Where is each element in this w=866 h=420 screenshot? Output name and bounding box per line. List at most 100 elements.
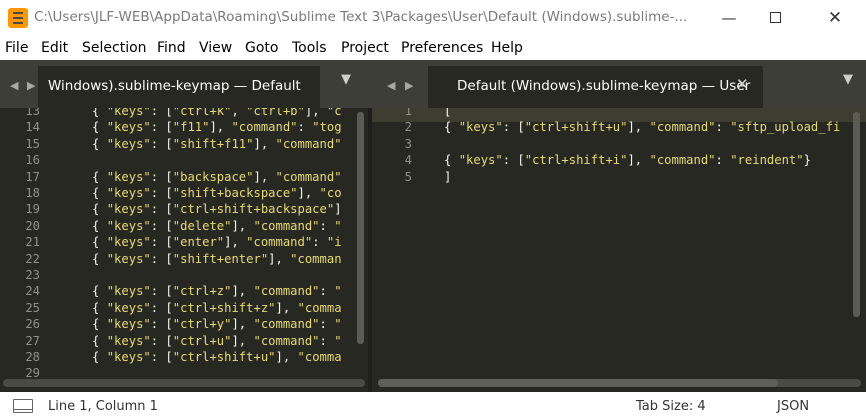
string-token: "ctrl+shift+backspace": [172, 202, 335, 217]
menu-find[interactable]: Find: [157, 40, 186, 56]
string-token: "command": [231, 120, 298, 135]
maximize-button[interactable]: [752, 0, 798, 36]
line-number: 19: [25, 202, 40, 217]
menu-selection[interactable]: Selection: [82, 40, 147, 56]
punctuation-token: :: [312, 235, 327, 250]
line-number: 22: [25, 251, 40, 266]
punctuation-token: :: [319, 317, 335, 332]
string-token: "command": [253, 317, 320, 332]
menu-help[interactable]: Help: [491, 40, 523, 56]
string-token: "ctrl+z": [172, 284, 232, 299]
string-token: "keys": [106, 317, 151, 332]
code-line: { "keys": ["ctrl+shift+u"], "command": "…: [444, 120, 840, 134]
menu-tools[interactable]: Tools: [292, 40, 327, 56]
tab-default-keymap-label: Windows).sublime-keymap — Default: [48, 78, 301, 94]
tab-prev-left-icon[interactable]: ◀: [10, 79, 18, 92]
punctuation-token: :: [319, 284, 335, 299]
line-number: 16: [25, 153, 40, 168]
code-line: { "keys": ["shift+f11"], "command": [48, 137, 342, 151]
string-token: "shift+backspace": [172, 186, 298, 200]
punctuation-token: : [: [502, 153, 525, 168]
punctuation-token: ],: [297, 186, 320, 200]
string-token: "ctrl+shift+u": [172, 350, 276, 364]
line-number-gutter: 1 23 45: [372, 108, 412, 392]
menu-project[interactable]: Project: [341, 40, 389, 56]
tab-user-keymap-label: Default (Windows).sublime-keymap — User: [457, 78, 751, 94]
cursor-position[interactable]: Line 1, Column 1: [48, 399, 158, 414]
menu-file[interactable]: File: [5, 40, 28, 56]
string-token: "keys": [106, 235, 151, 250]
panel-switcher-icon[interactable]: [13, 399, 33, 413]
close-button[interactable]: ✕: [812, 0, 858, 36]
editor-pane-default[interactable]: 13 14 15 16 17 18 19 20 21 22 23 24 25 26 27 28 29 { "ke…: [0, 108, 368, 392]
punctuation-token: :: [715, 153, 731, 168]
line-number: 28: [25, 350, 40, 364]
tab-close-icon[interactable]: ✕: [736, 75, 749, 93]
status-bar: Line 1, Column 1 Tab Size: 4 JSON: [0, 392, 866, 420]
code-line: { "keys": ["ctrl+y"], "command": ": [48, 317, 342, 331]
horizontal-scrollbar-thumb[interactable]: [378, 379, 778, 387]
punctuation-token: ],: [627, 120, 650, 135]
horizontal-scrollbar[interactable]: [3, 379, 365, 387]
punctuation-token: : [: [150, 251, 173, 266]
left-pane-dropdown-icon[interactable]: ▼: [341, 72, 351, 87]
code-line: { "keys": ["ctrl+u"], "command": ": [48, 334, 342, 348]
punctuation-token: ],: [231, 218, 254, 233]
right-pane-dropdown-icon[interactable]: ▼: [843, 72, 853, 87]
string-token: "command": [253, 284, 320, 299]
minimize-button[interactable]: —: [706, 0, 752, 36]
punctuation-token: {: [444, 153, 459, 168]
punctuation-token: : [: [502, 120, 525, 135]
punctuation-token: {: [444, 120, 459, 135]
tab-next-left-icon[interactable]: ▶: [27, 79, 35, 92]
tab-user-keymap[interactable]: Default (Windows).sublime-keymap — User …: [428, 66, 763, 108]
punctuation-token: ],: [231, 333, 254, 348]
vertical-scrollbar[interactable]: [853, 112, 860, 317]
syntax-indicator[interactable]: JSON: [777, 399, 809, 414]
code-line: { "keys": ["backspace"], "command": [48, 170, 342, 184]
string-token: "delete": [172, 218, 232, 233]
punctuation-token: : [: [150, 218, 173, 233]
editor-pane-user[interactable]: 12345 [ { "keys": ["ctrl+shift+u"], "comm…: [372, 108, 866, 392]
punctuation-token: ],: [253, 169, 276, 184]
line-number: 17: [25, 169, 40, 184]
tab-size-indicator[interactable]: Tab Size: 4: [636, 399, 706, 414]
punctuation-token: :: [297, 120, 313, 135]
menu-edit[interactable]: Edit: [41, 40, 68, 56]
tab-prev-right-icon[interactable]: ◀: [387, 79, 395, 92]
line-number: 26: [25, 317, 40, 332]
punctuation-token: {: [48, 235, 107, 250]
punctuation-token: {: [48, 300, 107, 315]
code-line: [: [444, 108, 451, 118]
punctuation-token: {: [48, 108, 107, 118]
vertical-scrollbar[interactable]: [357, 112, 364, 344]
code-line: { "keys": ["ctrl+k", "ctrl+b"], "c: [48, 108, 342, 118]
punctuation-token: : [: [150, 186, 173, 200]
menu-goto[interactable]: Goto: [245, 40, 278, 56]
menu-view[interactable]: View: [199, 40, 232, 56]
punctuation-token: {: [48, 251, 107, 266]
string-token: "backspace": [172, 169, 254, 184]
tab-next-right-icon[interactable]: ▶: [405, 79, 413, 92]
punctuation-token: [: [444, 108, 452, 118]
punctuation-token: : [: [150, 300, 173, 315]
string-token: "keys": [106, 202, 151, 217]
menu-preferences[interactable]: Preferences: [401, 40, 483, 56]
line-number: 15: [25, 136, 40, 151]
string-token: "comma: [297, 350, 342, 364]
line-number: 1: [404, 108, 412, 118]
string-token: "command": [253, 218, 320, 233]
punctuation-token: :: [319, 333, 335, 348]
string-token: "ctrl+shift+i": [524, 153, 628, 168]
punctuation-token: :: [319, 218, 335, 233]
code-line: { "keys": ["f11"], "command": "tog: [48, 120, 342, 134]
punctuation-token: : [: [150, 235, 173, 250]
line-number: 27: [25, 333, 40, 348]
tab-bar: ◀ ▶ Windows).sublime-keymap — Default ▼ …: [0, 60, 866, 108]
tab-default-keymap[interactable]: Windows).sublime-keymap — Default: [38, 66, 320, 108]
code-line: { "keys": ["delete"], "command": ": [48, 219, 342, 233]
string-token: "keys": [106, 218, 151, 233]
string-token: "comma: [297, 300, 342, 315]
punctuation-token: {: [48, 333, 107, 348]
string-token: "keys": [106, 136, 151, 151]
